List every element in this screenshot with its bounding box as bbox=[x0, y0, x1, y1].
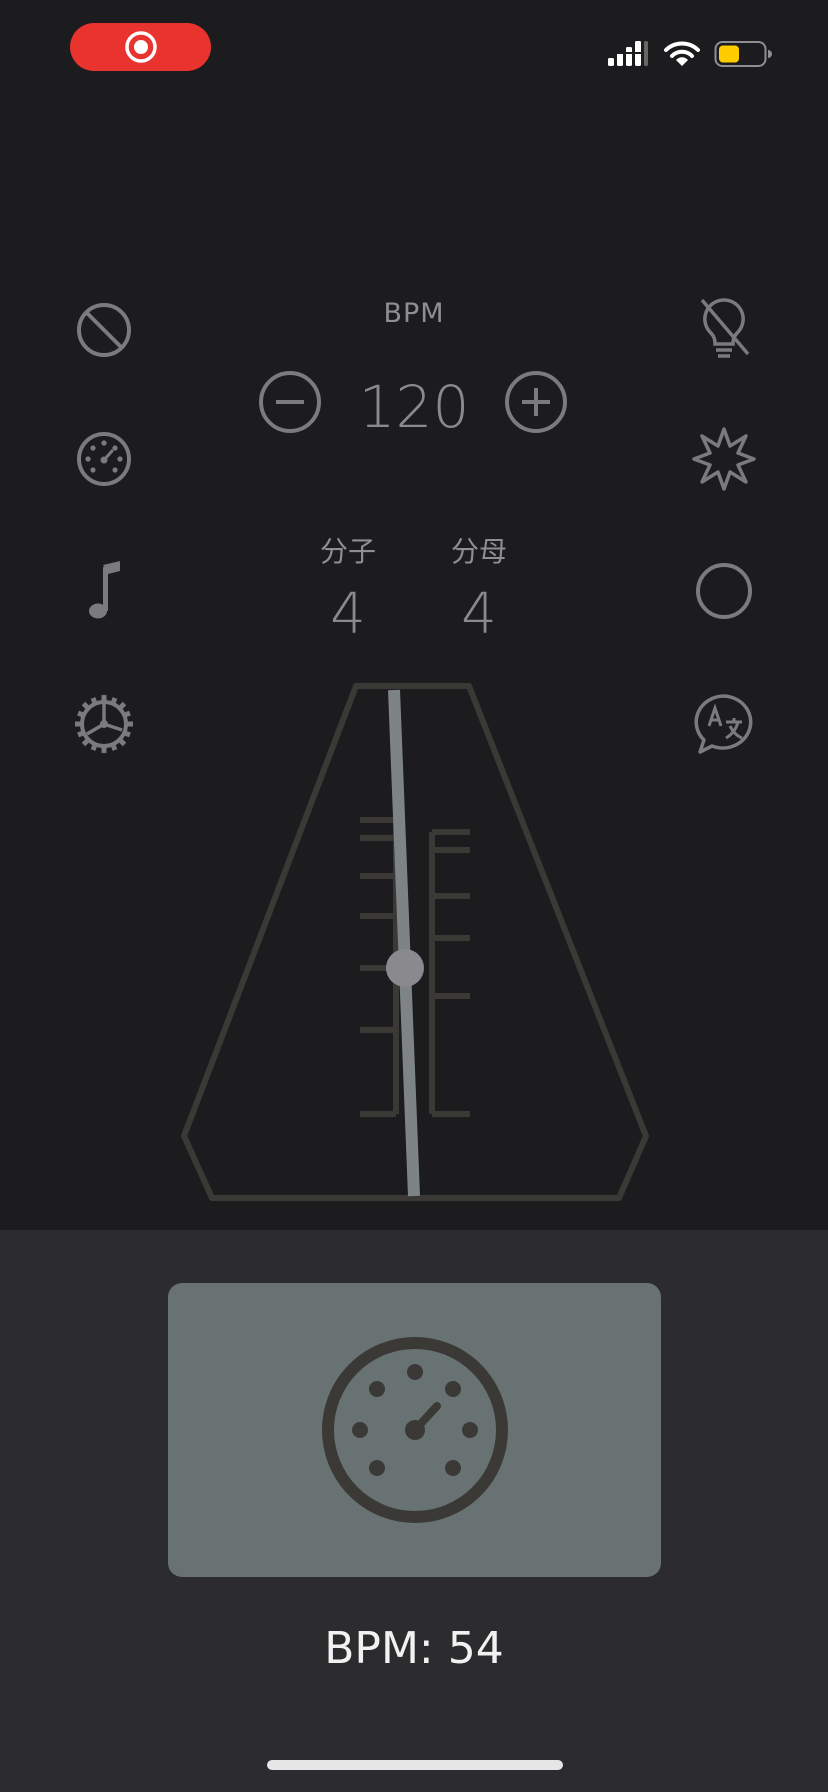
increase-bpm-button[interactable] bbox=[504, 370, 568, 434]
tempo-scale-right bbox=[429, 829, 470, 1117]
speedometer-icon bbox=[77, 432, 131, 486]
bpm-label: BPM bbox=[383, 298, 445, 329]
metronome-illustration bbox=[181, 683, 649, 1201]
music-note-icon bbox=[89, 561, 120, 619]
denominator-label: 分母 bbox=[450, 535, 507, 568]
accent-flash-toggle[interactable] bbox=[690, 425, 758, 493]
screen-recording-indicator[interactable] bbox=[70, 23, 211, 71]
tap-tempo-panel: BPM: 54 bbox=[0, 1230, 828, 1792]
settings-gear-icon bbox=[75, 695, 133, 753]
bpm-control: 120 bbox=[258, 370, 570, 444]
tap-tempo-button[interactable] bbox=[168, 1283, 661, 1577]
numerator-value[interactable]: 4 bbox=[308, 582, 388, 647]
language-button[interactable] bbox=[690, 690, 758, 758]
battery-icon bbox=[714, 41, 772, 67]
sound-select[interactable] bbox=[76, 557, 132, 623]
translate-icon bbox=[694, 694, 753, 754]
home-indicator[interactable] bbox=[267, 1760, 563, 1770]
burst-icon bbox=[692, 427, 756, 491]
denominator-value[interactable]: 4 bbox=[439, 582, 519, 647]
status-bar-right bbox=[608, 38, 772, 70]
tapped-bpm-readout: BPM: 54 bbox=[324, 1623, 504, 1674]
numerator-label: 分子 bbox=[319, 535, 376, 568]
wifi-icon bbox=[664, 41, 700, 66]
visual-beat-toggle[interactable] bbox=[692, 559, 756, 623]
tempo-dial-icon bbox=[321, 1337, 508, 1523]
cellular-signal-icon bbox=[608, 41, 648, 66]
circle-icon bbox=[696, 563, 752, 619]
record-icon bbox=[124, 31, 157, 63]
metronome-screen: BPM 120 分子 4 分母 4 BPM: 54 bbox=[0, 0, 828, 1792]
settings-button[interactable] bbox=[70, 690, 138, 758]
pendulum-weight bbox=[386, 949, 424, 987]
tempo-tap-toggle[interactable] bbox=[72, 427, 136, 491]
